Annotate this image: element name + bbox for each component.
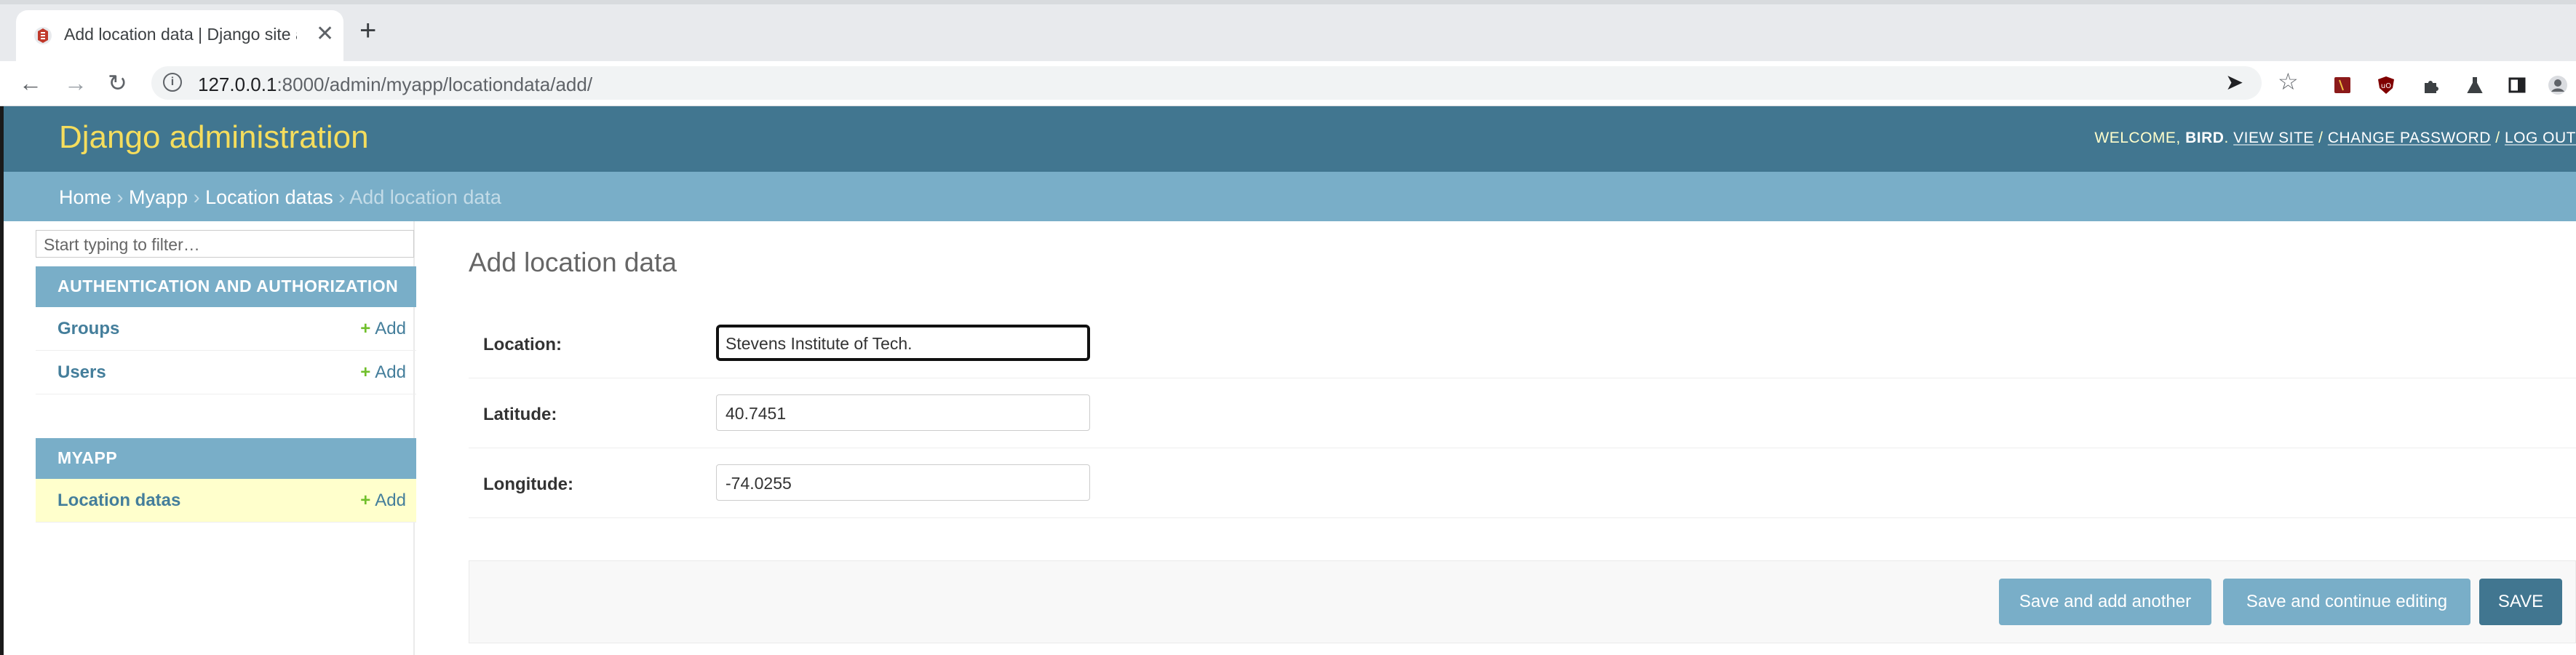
- breadcrumb-sep: ›: [111, 186, 130, 208]
- add-users-link[interactable]: + Add: [360, 362, 406, 383]
- form-row-latitude: Latitude: 40.7451: [469, 378, 2576, 448]
- latitude-field[interactable]: 40.7451: [716, 394, 1090, 431]
- tab-title: Add location data | Django site adm: [64, 25, 297, 44]
- location-field[interactable]: Stevens Institute of Tech.: [716, 325, 1090, 361]
- separator: /: [2313, 130, 2328, 146]
- bookmark-star-icon[interactable]: ☆: [2278, 66, 2299, 98]
- add-label: Add: [375, 491, 406, 510]
- view-site-link[interactable]: VIEW SITE: [2233, 130, 2314, 146]
- add-label: Add: [375, 362, 406, 382]
- url-text[interactable]: 127.0.0.1:8000/admin/myapp/locationdata/…: [198, 74, 592, 96]
- separator: .: [2224, 130, 2234, 146]
- send-icon[interactable]: ➤: [2225, 70, 2243, 95]
- breadcrumb-home[interactable]: Home: [59, 186, 111, 208]
- module-caption-auth[interactable]: AUTHENTICATION AND AUTHORIZATION: [36, 266, 416, 307]
- site-info-icon[interactable]: i: [163, 73, 182, 92]
- page-title: Add location data: [469, 247, 677, 277]
- location-label: Location:: [483, 335, 562, 354]
- sidebar-item-groups: Groups + Add: [36, 307, 416, 351]
- profile-avatar-icon[interactable]: [2548, 76, 2567, 95]
- url-path: :8000/admin/myapp/locationdata/add/: [277, 74, 593, 95]
- sidebar-item-location-datas: Location datas + Add: [36, 479, 416, 523]
- sidebar-item-users: Users + Add: [36, 351, 416, 394]
- plus-icon: +: [360, 319, 371, 338]
- model-link-groups[interactable]: Groups: [57, 319, 119, 339]
- longitude-field[interactable]: -74.0255: [716, 464, 1090, 501]
- user-tools: WELCOME, BIRD. VIEW SITE / CHANGE PASSWO…: [2094, 130, 2576, 147]
- url-host: 127.0.0.1: [198, 74, 277, 95]
- new-tab-icon[interactable]: +: [359, 16, 376, 45]
- breadcrumb-app[interactable]: Myapp: [129, 186, 188, 208]
- breadcrumb-sep: ›: [188, 186, 206, 208]
- username: BIRD: [2185, 130, 2225, 146]
- sidebar-filter-input[interactable]: Start typing to filter…: [36, 230, 414, 258]
- log-out-link[interactable]: LOG OUT: [2505, 130, 2576, 146]
- separator: /: [2490, 130, 2505, 146]
- forward-icon[interactable]: →: [64, 67, 87, 99]
- django-favicon-icon: [34, 27, 52, 44]
- submit-row: Save and add another Save and continue e…: [469, 560, 2576, 643]
- tab-bar: Add location data | Django site adm ✕ +: [0, 4, 2576, 61]
- plus-icon: +: [360, 362, 371, 382]
- save-and-continue-button[interactable]: Save and continue editing: [2223, 579, 2470, 625]
- form-row-location: Location: Stevens Institute of Tech.: [469, 309, 2576, 378]
- add-groups-link[interactable]: + Add: [360, 319, 406, 339]
- breadcrumb: Home › Myapp › Location datas › Add loca…: [4, 172, 2576, 221]
- welcome-text: WELCOME,: [2094, 130, 2186, 146]
- extension-red-icon[interactable]: [2333, 76, 2352, 95]
- model-link-location-datas[interactable]: Location datas: [57, 491, 180, 511]
- module-caption-myapp[interactable]: MYAPP: [36, 438, 416, 479]
- ublock-shield-icon[interactable]: uO: [2377, 76, 2396, 95]
- save-button[interactable]: SAVE: [2479, 579, 2562, 625]
- add-location-datas-link[interactable]: + Add: [360, 491, 406, 511]
- site-branding[interactable]: Django administration: [59, 119, 369, 156]
- side-panel-icon[interactable]: [2508, 76, 2527, 95]
- address-bar[interactable]: i 127.0.0.1:8000/admin/myapp/locationdat…: [151, 66, 2262, 100]
- latitude-label: Latitude:: [483, 405, 557, 424]
- breadcrumb-model[interactable]: Location datas: [205, 186, 333, 208]
- admin-header: Django administration WELCOME, BIRD. VIE…: [4, 106, 2576, 172]
- model-link-users[interactable]: Users: [57, 362, 106, 383]
- breadcrumb-current: Add location data: [349, 186, 501, 208]
- labs-flask-icon[interactable]: [2465, 76, 2484, 95]
- add-label: Add: [375, 319, 406, 338]
- extensions-puzzle-icon[interactable]: [2422, 76, 2441, 95]
- form-row-longitude: Longitude: -74.0255: [469, 448, 2576, 518]
- browser-toolbar: ← → ↻ i 127.0.0.1:8000/admin/myapp/locat…: [0, 61, 2576, 106]
- svg-text:uO: uO: [2381, 82, 2391, 90]
- longitude-label: Longitude:: [483, 475, 573, 494]
- browser-tab[interactable]: Add location data | Django site adm ✕: [16, 10, 343, 61]
- plus-icon: +: [360, 491, 371, 510]
- back-icon[interactable]: ←: [19, 67, 42, 99]
- nav-sidebar: Start typing to filter… AUTHENTICATION A…: [4, 221, 416, 655]
- change-password-link[interactable]: CHANGE PASSWORD: [2328, 130, 2491, 146]
- breadcrumb-sep: ›: [333, 186, 350, 208]
- reload-icon[interactable]: ↻: [108, 67, 127, 99]
- save-and-add-another-button[interactable]: Save and add another: [1999, 579, 2211, 625]
- tab-close-icon[interactable]: ✕: [316, 23, 334, 45]
